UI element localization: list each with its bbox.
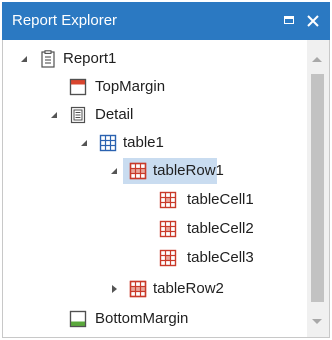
tree-node-label: table1 [123,134,164,151]
tree-node-label: tableCell2 [187,220,254,237]
expanded-arrow-icon[interactable] [19,46,33,72]
bottom-margin-icon [69,310,87,328]
table-cell-icon [159,191,177,209]
collapsed-arrow-icon[interactable] [109,276,123,302]
report-icon [39,50,57,68]
scroll-up-arrow-icon[interactable] [312,57,322,62]
tree-node-tablerow1[interactable]: tableRow1 [19,158,224,184]
top-margin-icon [69,78,87,96]
table-cell-icon [159,249,177,267]
maximize-icon [284,16,294,24]
tree-node-label: BottomMargin [95,310,189,327]
report-tree[interactable]: Report1 TopMargin Detail table1 tableRow… [2,40,330,338]
panel-titlebar[interactable]: Report Explorer [2,2,330,40]
tree-node-label: Detail [95,106,134,123]
report-explorer-panel: Report Explorer Report1 TopMargin Detail… [0,0,332,340]
expanded-arrow-icon[interactable] [79,130,93,156]
scrollbar-thumb[interactable] [311,74,324,302]
tree-node-label: TopMargin [95,78,166,95]
close-icon [307,15,319,27]
tree-node-label: tableCell3 [187,249,254,266]
expanded-arrow-icon[interactable] [49,102,63,128]
maximize-button[interactable] [280,11,300,31]
tree-node-label: tableRow2 [153,280,224,297]
tree-node-label: Report1 [63,50,117,67]
vertical-scrollbar[interactable] [307,40,329,337]
panel-title: Report Explorer [12,12,118,29]
table-icon [99,134,117,152]
detail-band-icon [69,106,87,124]
expanded-arrow-icon[interactable] [109,158,123,184]
table-row-icon [129,162,147,180]
tree-node-label: tableRow1 [153,162,224,179]
tree-node-label: tableCell1 [187,191,254,208]
table-cell-icon [159,220,177,238]
close-button[interactable] [303,11,323,31]
table-row-icon [129,280,147,298]
scroll-down-arrow-icon[interactable] [312,319,322,324]
